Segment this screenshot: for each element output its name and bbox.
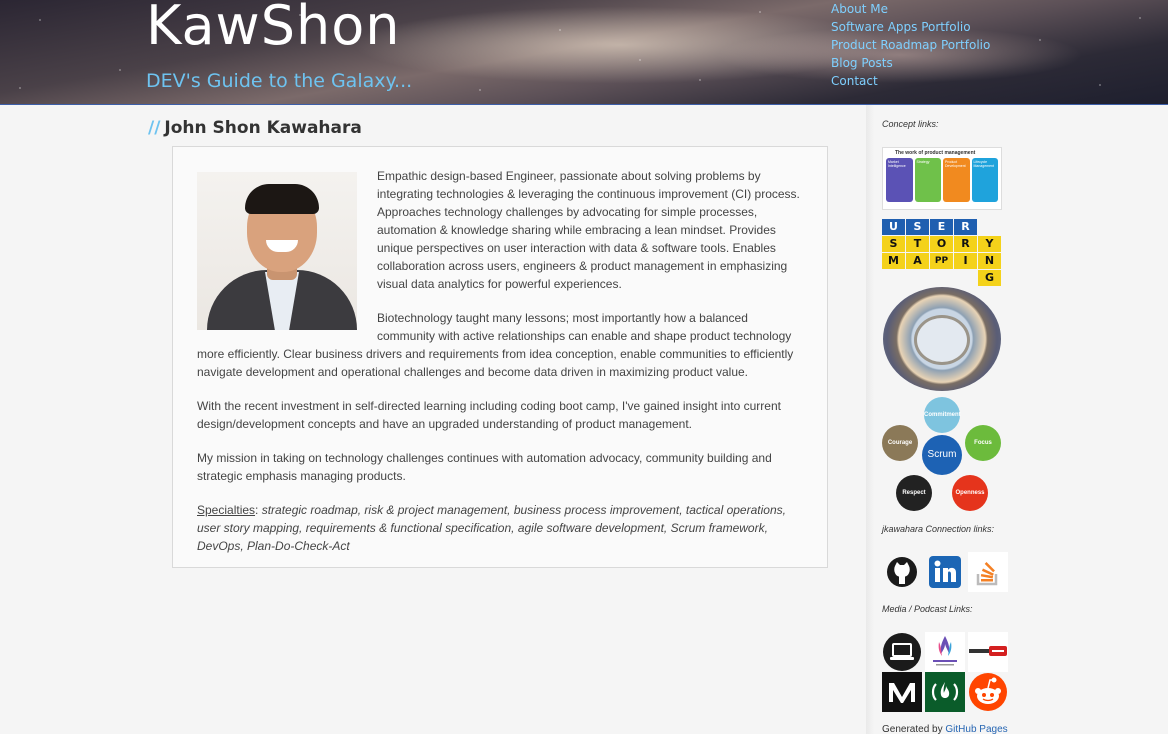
about-content: Empathic design-based Engineer, passiona… [172,146,828,568]
story-letter: G [978,270,1001,286]
specialties-label: Specialties [197,503,256,517]
work-card-col: Product Development [943,158,970,202]
page-title: //John Shon Kawahara [148,118,362,138]
stackoverflow-icon[interactable] [968,552,1008,592]
scrum-value-respect: Respect [896,475,932,511]
story-letter: M [882,253,905,269]
work-card-col: Strategy [914,158,941,202]
work-card-col: Lifecycle Management [971,158,998,202]
work-card-title: The work of product management [895,150,976,156]
page-title-text: John Shon Kawahara [164,118,362,138]
story-letter: A [906,253,929,269]
story-letter: E [930,219,953,235]
story-row: U S E R [882,219,1002,235]
story-row: G [882,270,1002,286]
main-nav: About Me Software Apps Portfolio Product… [831,0,990,90]
site-title[interactable]: KawShon [146,0,400,57]
story-letter: O [930,236,953,252]
scrum-value-focus: Focus [965,425,1001,461]
profile-photo [197,172,357,330]
heading-slashes: // [148,118,161,138]
story-letter: R [954,236,977,252]
footer-text: Generated by [882,724,943,734]
story-letter: I [954,253,977,269]
nav-item-product-roadmap[interactable]: Product Roadmap Portfolio [831,36,990,54]
story-letter: T [906,236,929,252]
story-row: M A PP I N [882,253,1002,269]
product-management-concept-link[interactable]: The work of product management Market In… [882,147,1002,210]
specialties: Specialties: strategic roadmap, risk & p… [197,501,803,555]
story-letter: N [978,253,1001,269]
scrum-center: Scrum [922,435,962,475]
laptop-podcast-icon[interactable] [882,632,922,672]
site-tagline: DEV's Guide to the Galaxy... [146,70,413,92]
site-header: KawShon DEV's Guide to the Galaxy... Abo… [0,0,1168,105]
concept-links-label: Concept links: [882,119,939,129]
story-row: S T O R Y [882,236,1002,252]
specialties-list: strategic roadmap, risk & project manage… [197,503,786,553]
bio-paragraph-4: My mission in taking on technology chall… [197,451,772,483]
github-pages-link[interactable]: GitHub Pages [945,724,1007,734]
freecodecamp-icon[interactable] [925,672,965,712]
information-ring-concept-link[interactable] [882,287,1002,392]
story-letter: S [906,219,929,235]
reddit-icon[interactable] [968,672,1008,712]
user-story-mapping-concept-link[interactable]: U S E R S T O R Y M A PP I N G [882,219,1002,287]
screaming-in-the-cloud-icon[interactable] [925,632,965,672]
medium-icon[interactable] [882,672,922,712]
github-icon[interactable] [882,552,922,592]
scrum-values-concept-link[interactable]: Commitment Focus Openness Respect Courag… [882,397,1002,513]
nav-item-contact[interactable]: Contact [831,72,990,90]
scrum-value-courage: Courage [882,425,918,461]
story-letter: S [882,236,905,252]
work-card-col: Market Intelligence [886,158,913,202]
nav-item-software-apps[interactable]: Software Apps Portfolio [831,18,990,36]
threatpost-icon[interactable] [968,632,1008,672]
footer-generated-by: Generated by GitHub Pages [882,724,1008,734]
scrum-value-commitment: Commitment [924,397,961,433]
media-links-label: Media / Podcast Links: [882,604,973,614]
nav-item-blog-posts[interactable]: Blog Posts [831,54,990,72]
bio-paragraph-3: With the recent investment in self-direc… [197,399,781,431]
work-card-columns: Market Intelligence Strategy Product Dev… [883,156,1001,204]
story-letter: Y [978,236,1001,252]
story-letter: U [882,219,905,235]
nav-item-about-me[interactable]: About Me [831,0,990,18]
connection-links-label: jkawahara Connection links: [882,524,995,534]
scrum-value-openness: Openness [952,475,988,511]
linkedin-icon[interactable] [925,552,965,592]
story-letter: PP [930,253,953,269]
story-letter: R [954,219,977,235]
ring-diagram-inner [914,315,970,365]
